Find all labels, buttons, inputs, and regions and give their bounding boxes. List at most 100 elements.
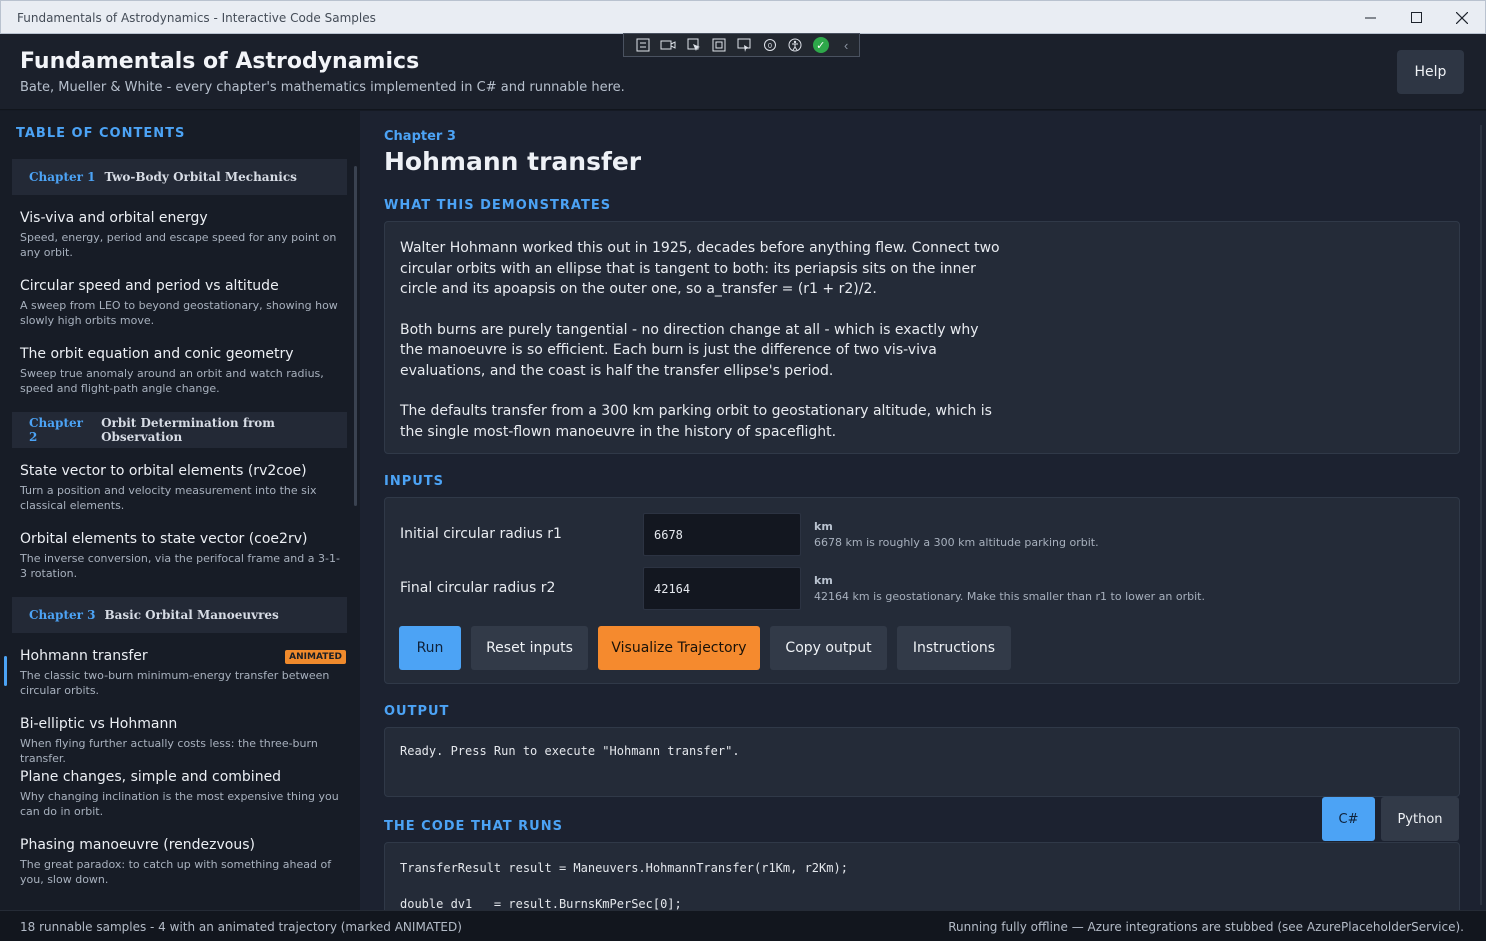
live-tree-icon[interactable]: [630, 34, 655, 56]
r1-hint: 6678 km is roughly a 300 km altitude par…: [814, 536, 1099, 549]
r1-input[interactable]: [643, 513, 801, 556]
r1-label: Initial circular radius r1: [400, 526, 562, 542]
item-title: Plane changes, simple and combined: [20, 769, 282, 785]
description-paragraph: The defaults transfer from a 300 km park…: [400, 403, 992, 440]
minimize-icon: [1364, 17, 1376, 19]
description-panel: Walter Hohmann worked this out in 1925, …: [384, 221, 1460, 454]
item-title: Phasing manoeuvre (rendezvous): [20, 837, 255, 853]
output-text: Ready. Press Run to execute "Hohmann tra…: [400, 744, 740, 758]
item-title: Circular speed and period vs altitude: [20, 278, 279, 294]
section-heading-code: THE CODE THAT RUNS: [384, 819, 563, 834]
r2-label: Final circular radius r2: [400, 580, 556, 596]
sidebar: TABLE OF CONTENTS Chapter 1 Two-Body Orb…: [0, 111, 360, 910]
active-item-indicator: [4, 656, 7, 686]
toc-heading: TABLE OF CONTENTS: [16, 126, 186, 141]
layout-adorner-icon[interactable]: [706, 34, 731, 56]
chapter-name: Two-Body Orbital Mechanics: [104, 170, 297, 184]
item-title: Orbital elements to state vector (coe2rv…: [20, 531, 308, 547]
chapter-number: Chapter 1: [29, 170, 96, 184]
status-right-text: Running fully offline — Azure integratio…: [948, 920, 1464, 934]
sidebar-item-rv2coe[interactable]: State vector to orbital elements (rv2coe…: [20, 463, 346, 513]
sidebar-item-bi-elliptic[interactable]: Bi-elliptic vs Hohmann When flying furth…: [20, 716, 346, 766]
output-panel[interactable]: Ready. Press Run to execute "Hohmann tra…: [384, 727, 1460, 797]
item-desc: The inverse conversion, via the perifoca…: [20, 552, 340, 580]
main-content: Chapter 3 Hohmann transfer WHAT THIS DEM…: [360, 111, 1486, 910]
section-heading-demonstrates: WHAT THIS DEMONSTRATES: [384, 198, 612, 213]
instructions-button[interactable]: Instructions: [897, 626, 1011, 670]
item-desc: Sweep true anomaly around an orbit and w…: [20, 367, 324, 395]
item-title: Bi-elliptic vs Hohmann: [20, 716, 178, 732]
window-titlebar: Fundamentals of Astrodynamics - Interact…: [0, 0, 1486, 34]
code-block: TransferResult result = Maneuvers.Hohman…: [400, 859, 848, 910]
chapter-header-1[interactable]: Chapter 1 Two-Body Orbital Mechanics: [12, 159, 347, 195]
accessibility-icon[interactable]: [783, 34, 808, 56]
chapter-number: Chapter 2: [29, 416, 83, 444]
r2-unit: km: [814, 574, 833, 587]
item-title: Vis-viva and orbital energy: [20, 210, 208, 226]
section-heading-inputs: INPUTS: [384, 474, 445, 489]
copy-output-button[interactable]: Copy output: [770, 626, 887, 670]
debug-toolbar: 0 ✓ ‹: [623, 33, 860, 57]
item-desc: Speed, energy, period and escape speed f…: [20, 231, 337, 259]
window-title: Fundamentals of Astrodynamics - Interact…: [17, 11, 376, 25]
sidebar-item-circular-speed[interactable]: Circular speed and period vs altitude A …: [20, 278, 346, 328]
section-heading-output: OUTPUT: [384, 704, 450, 719]
minimize-button[interactable]: [1347, 1, 1393, 34]
visualize-trajectory-button[interactable]: Visualize Trajectory: [598, 626, 760, 670]
close-button[interactable]: [1439, 1, 1485, 34]
code-line: double dv1 = result.BurnsKmPerSec[0];: [400, 897, 682, 910]
maximize-button[interactable]: [1393, 1, 1439, 34]
description-text: Walter Hohmann worked this out in 1925, …: [400, 238, 1000, 462]
sidebar-item-plane-changes[interactable]: Plane changes, simple and combined Why c…: [20, 769, 346, 819]
select-element-icon[interactable]: [681, 34, 706, 56]
item-title: The orbit equation and conic geometry: [20, 346, 294, 362]
item-desc: Turn a position and velocity measurement…: [20, 484, 317, 512]
r2-hint: 42164 km is geostationary. Make this sma…: [814, 590, 1205, 603]
item-desc: Why changing inclination is the most exp…: [20, 790, 339, 818]
status-bar: 18 runnable samples - 4 with an animated…: [0, 910, 1486, 941]
item-desc: The classic two-burn minimum-energy tran…: [20, 669, 330, 697]
chapter-label: Chapter 3: [384, 129, 456, 144]
sidebar-item-orbit-equation[interactable]: The orbit equation and conic geometry Sw…: [20, 346, 346, 396]
main-scrollbar[interactable]: [1480, 125, 1482, 905]
camera-icon[interactable]: [655, 34, 680, 56]
maximize-icon: [1410, 12, 1422, 23]
item-desc: A sweep from LEO to beyond geostationary…: [20, 299, 338, 327]
chapter-header-2[interactable]: Chapter 2 Orbit Determination from Obser…: [12, 412, 347, 448]
sidebar-item-coe2rv[interactable]: Orbital elements to state vector (coe2rv…: [20, 531, 346, 581]
svg-text:0: 0: [768, 43, 772, 50]
code-line: TransferResult result = Maneuvers.Hohman…: [400, 861, 848, 875]
r2-input[interactable]: [643, 567, 801, 610]
item-desc: The great paradox: to catch up with some…: [20, 858, 332, 886]
binding-failures-icon[interactable]: 0: [757, 34, 782, 56]
app-subtitle: Bate, Mueller & White - every chapter's …: [20, 80, 625, 95]
tab-csharp[interactable]: C#: [1322, 797, 1375, 841]
help-button[interactable]: Help: [1397, 50, 1464, 94]
inputs-panel: Initial circular radius r1 km 6678 km is…: [384, 497, 1460, 684]
collapse-chevron-icon[interactable]: ‹: [834, 34, 859, 56]
sidebar-item-phasing[interactable]: Phasing manoeuvre (rendezvous) The great…: [20, 837, 346, 887]
track-focus-icon[interactable]: [732, 34, 757, 56]
page-title: Hohmann transfer: [384, 147, 642, 176]
close-icon: [1456, 11, 1468, 24]
check-ok-icon[interactable]: ✓: [808, 34, 833, 56]
reset-inputs-button[interactable]: Reset inputs: [471, 626, 588, 670]
sidebar-scrollbar[interactable]: [354, 166, 357, 506]
item-desc: When flying further actually costs less:…: [20, 737, 318, 765]
sidebar-item-vis-viva[interactable]: Vis-viva and orbital energy Speed, energ…: [20, 210, 346, 260]
chapter-number: Chapter 3: [29, 608, 96, 622]
description-paragraph: Both burns are purely tangential - no di…: [400, 321, 979, 379]
description-paragraph: Walter Hohmann worked this out in 1925, …: [400, 240, 1000, 297]
sidebar-item-hohmann[interactable]: Hohmann transfer ANIMATED The classic tw…: [20, 648, 346, 698]
tab-python[interactable]: Python: [1381, 797, 1459, 841]
run-button[interactable]: Run: [399, 626, 461, 670]
status-left-text: 18 runnable samples - 4 with an animated…: [20, 920, 462, 934]
animated-badge: ANIMATED: [285, 650, 346, 664]
app-title: Fundamentals of Astrodynamics: [20, 49, 420, 74]
chapter-header-3[interactable]: Chapter 3 Basic Orbital Manoeuvres: [12, 597, 347, 633]
code-panel[interactable]: TransferResult result = Maneuvers.Hohman…: [384, 842, 1460, 910]
chapter-name: Orbit Determination from Observation: [101, 416, 275, 444]
chapter-name: Basic Orbital Manoeuvres: [104, 608, 279, 622]
item-title: State vector to orbital elements (rv2coe…: [20, 463, 307, 479]
